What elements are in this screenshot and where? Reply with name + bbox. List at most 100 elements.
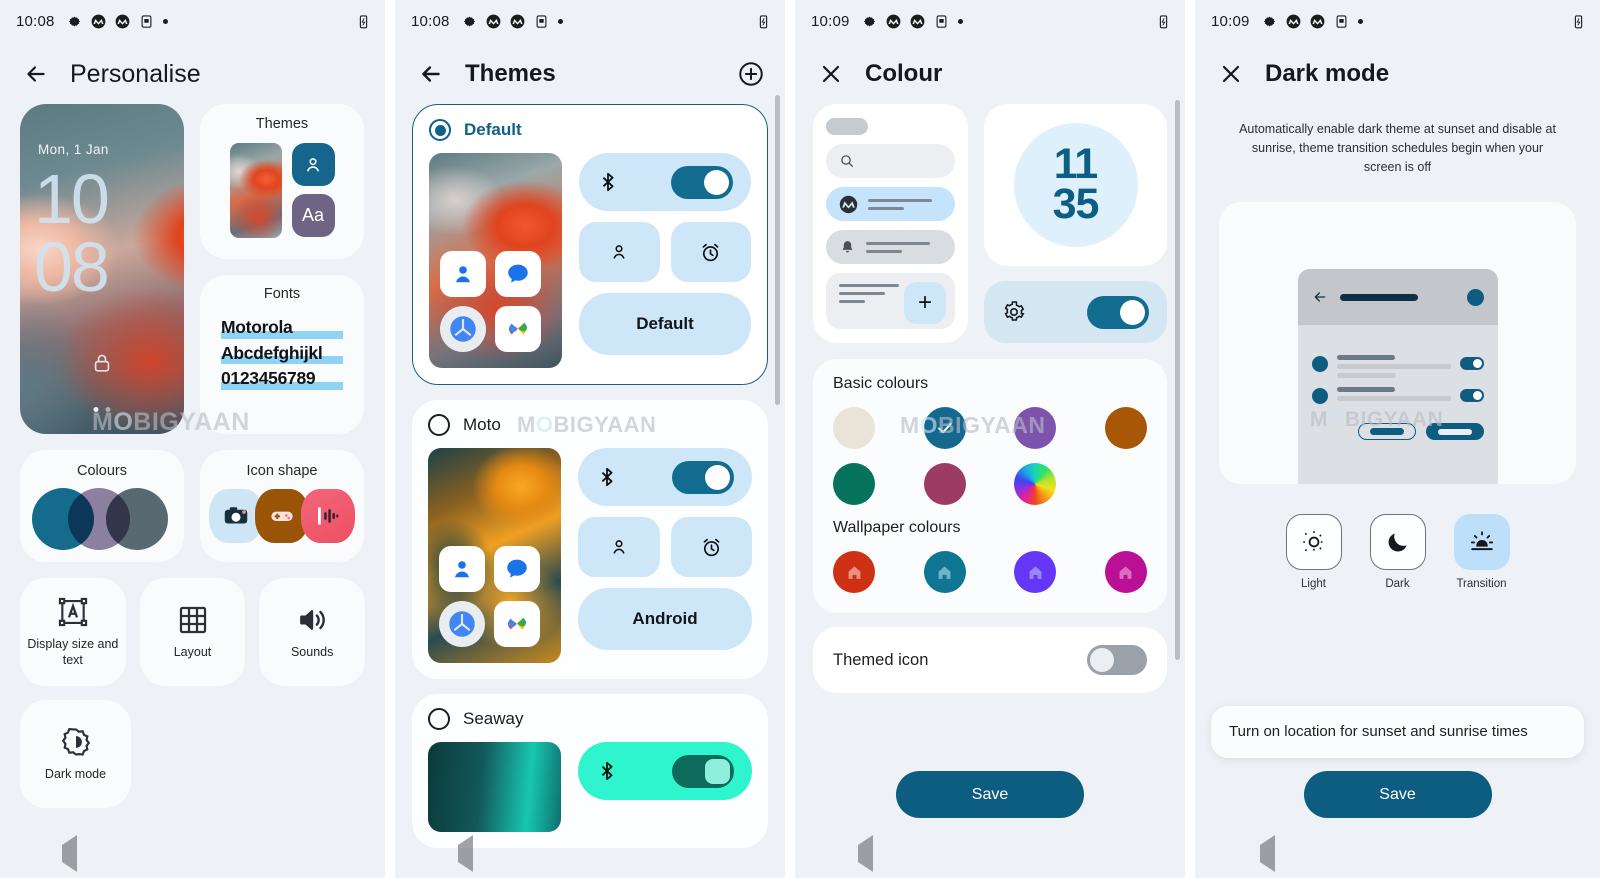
bluetooth-icon xyxy=(601,761,613,781)
dark-mode-preview-card xyxy=(1219,202,1576,485)
status-time: 10:08 xyxy=(411,12,450,30)
tile-dark-mode[interactable]: Dark mode xyxy=(20,700,131,808)
fonts-line-3: 0123456789 xyxy=(221,366,343,392)
mode-transition[interactable]: Transition xyxy=(1453,514,1510,590)
wallpaper-clock: 10 08 xyxy=(34,164,110,302)
row-setting-tiles: Display size and text Layout Sounds xyxy=(20,578,366,686)
wallpaper-colour-swatch[interactable] xyxy=(923,551,966,593)
screen-dark-mode: 10:09 Dark mode Automatically enable dar… xyxy=(1195,0,1600,878)
tile-label: Dark mode xyxy=(44,766,107,781)
home-icon xyxy=(1120,566,1132,579)
theme-body xyxy=(428,742,752,832)
clock-preview-card: 11 35 xyxy=(984,104,1167,266)
tile-label: Layout xyxy=(173,644,212,659)
theme-tile-row xyxy=(578,517,752,577)
themes-card[interactable]: Themes Aa xyxy=(200,104,364,259)
radio-unselected-icon[interactable] xyxy=(428,708,450,730)
close-button[interactable] xyxy=(1211,54,1251,94)
themed-icon-row[interactable]: Themed icon xyxy=(813,627,1167,693)
fonts-line-2: Abcdefghijkl xyxy=(221,341,343,367)
scrollbar-thumb[interactable] xyxy=(1175,100,1180,660)
colour-swatch[interactable] xyxy=(923,463,966,505)
colour-swatch[interactable] xyxy=(1104,407,1147,449)
brightness-icon xyxy=(61,727,90,756)
icon-shape-card-label: Icon shape xyxy=(246,463,318,479)
radio-unselected-icon[interactable] xyxy=(428,414,450,436)
status-dot-icon xyxy=(162,18,168,24)
colour-swatch[interactable] xyxy=(833,463,875,505)
row-wallpaper-themes: Mon, 1 Jan 10 08 Themes Aa Fonts Motorol… xyxy=(20,104,365,434)
status-dot-icon xyxy=(557,18,563,24)
close-button[interactable] xyxy=(811,54,851,94)
theme-name: Default xyxy=(464,120,522,139)
mode-label: Light xyxy=(1301,578,1326,591)
alarm-icon xyxy=(670,517,752,577)
nav-back-button[interactable] xyxy=(61,835,77,872)
preview-item-icon xyxy=(1311,388,1328,405)
wallpaper-preview-card[interactable]: Mon, 1 Jan 10 08 xyxy=(20,104,184,434)
icon-shape-card[interactable]: Icon shape xyxy=(200,450,364,562)
theme-app-icons xyxy=(439,546,540,647)
motorola-icon-1 xyxy=(1286,14,1300,28)
colour-picker-wheel[interactable] xyxy=(1014,463,1057,505)
themed-icon-toggle[interactable] xyxy=(1087,645,1147,675)
nav-back-button[interactable] xyxy=(457,835,473,872)
mock-lines xyxy=(839,284,899,303)
colour-swatch[interactable] xyxy=(833,407,875,449)
settings-toggle-preview xyxy=(984,281,1167,343)
tile-display-size-and-text[interactable]: Display size and text xyxy=(20,578,126,686)
radio-selected-icon[interactable] xyxy=(429,119,451,141)
mock-note-card: + xyxy=(826,273,955,329)
back-button[interactable] xyxy=(411,54,451,94)
themed-icon-label: Themed icon xyxy=(833,650,929,669)
toggle-switch[interactable] xyxy=(671,165,733,199)
mode-dark[interactable]: Dark xyxy=(1369,514,1426,591)
toggle-switch[interactable] xyxy=(672,754,734,788)
theme-card-default[interactable]: Default Default xyxy=(412,104,768,385)
nav-back-button[interactable] xyxy=(857,835,873,872)
wallpaper-colours-title: Wallpaper colours xyxy=(833,519,961,536)
themes-card-label: Themes xyxy=(255,116,309,132)
wallpaper-colour-swatch[interactable] xyxy=(1104,551,1147,593)
status-bar-personalise: 10:08 xyxy=(0,0,385,42)
theme-card-moto[interactable]: Moto Android xyxy=(412,400,768,679)
mode-light[interactable]: Light xyxy=(1285,514,1342,591)
preview-title-bar xyxy=(1339,293,1418,301)
fonts-card[interactable]: Fonts Motorola Abcdefghijkl 0123456789 xyxy=(200,275,364,434)
wallpaper-colour-swatch[interactable] xyxy=(833,551,875,593)
row-dark-mode-tile: Dark mode xyxy=(20,700,365,808)
theme-card-seaway[interactable]: Seaway xyxy=(412,694,768,848)
colour-swatch[interactable] xyxy=(1014,407,1057,449)
save-button[interactable]: Save xyxy=(896,771,1084,818)
fonts-line-1: Motorola xyxy=(221,315,343,341)
mock-row-notification xyxy=(826,230,955,264)
dark-mode-description: Automatically enable dark theme at sunse… xyxy=(1239,122,1556,174)
gear-icon xyxy=(68,16,80,26)
back-button[interactable] xyxy=(16,54,56,94)
page-title: Personalise xyxy=(70,59,201,88)
status-bar-colour: 10:09 xyxy=(795,0,1185,42)
wallpaper-colour-swatch[interactable] xyxy=(1014,551,1057,593)
mode-label: Dark xyxy=(1385,578,1410,591)
battery-icon xyxy=(1159,14,1168,28)
fonts-sample: Motorola Abcdefghijkl 0123456789 xyxy=(221,315,343,392)
nav-back-button[interactable] xyxy=(1260,835,1275,872)
tile-layout[interactable]: Layout xyxy=(139,578,246,686)
save-button[interactable]: Save xyxy=(1303,771,1492,818)
nav-bar-personalise xyxy=(0,830,385,878)
basic-colours-row-1 xyxy=(833,407,1147,449)
colours-card[interactable]: Colours xyxy=(20,450,184,562)
theme-body: Android xyxy=(428,448,752,663)
screen-themes: 10:08 Themes Default Default Moto Androi… xyxy=(395,0,785,878)
add-theme-button[interactable] xyxy=(733,56,769,92)
colour-swatch-selected[interactable] xyxy=(923,407,966,449)
tile-sounds[interactable]: Sounds xyxy=(259,578,366,686)
scrollbar-thumb[interactable] xyxy=(775,95,780,405)
preview-item-icon xyxy=(1311,356,1328,373)
toggle-switch[interactable] xyxy=(672,460,734,494)
bluetooth-toggle-preview xyxy=(579,153,751,211)
toggle-switch[interactable] xyxy=(1087,295,1149,329)
preview-outline-button xyxy=(1357,423,1416,441)
search-icon xyxy=(841,155,853,167)
status-bar-dark-mode: 10:09 xyxy=(1195,0,1600,42)
